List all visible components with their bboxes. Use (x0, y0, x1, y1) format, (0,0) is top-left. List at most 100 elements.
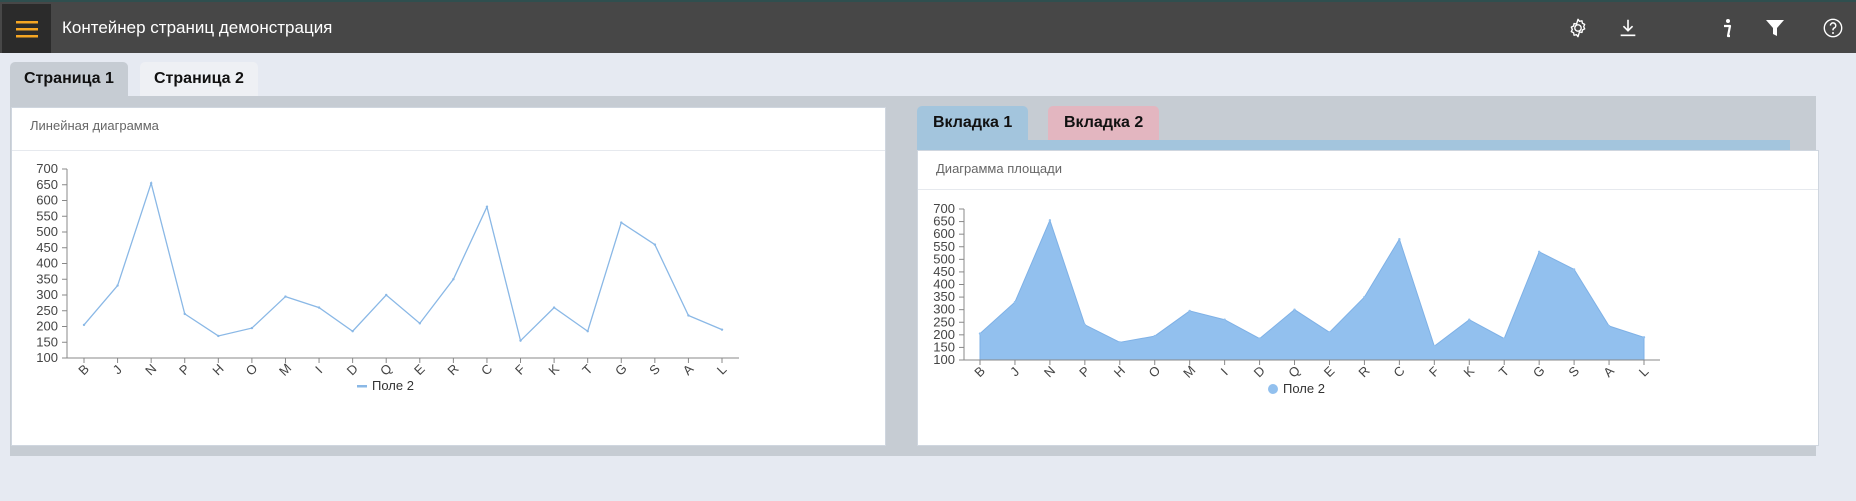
data-point (1328, 331, 1331, 334)
y-tick-label: 650 (36, 177, 58, 192)
y-tick-label: 700 (36, 161, 58, 176)
series-area (979, 218, 1645, 361)
y-tick-label: 100 (36, 350, 58, 365)
line-chart-title: Линейная диаграмма (30, 118, 159, 133)
y-tick-label: 550 (36, 208, 58, 223)
download-button[interactable] (1610, 2, 1646, 53)
data-point (1398, 238, 1401, 241)
tab-inner-1[interactable]: Вкладка 1 (917, 106, 1029, 140)
x-tick-label: A (680, 361, 697, 378)
x-tick-label: N (1041, 363, 1058, 380)
x-tick-label: P (176, 361, 193, 378)
x-tick-label: E (411, 361, 428, 378)
y-tick-label: 500 (36, 224, 58, 239)
legend-label: Поле 2 (1283, 381, 1325, 396)
tab-page-2[interactable]: Страница 2 (140, 62, 258, 96)
data-point (519, 339, 522, 342)
x-tick-label: Q (1285, 363, 1303, 381)
tab-inner-2[interactable]: Вкладка 2 (1048, 106, 1160, 140)
help-button[interactable] (1815, 2, 1851, 53)
x-tick-label: G (1530, 363, 1548, 381)
x-tick-label: C (1390, 363, 1407, 380)
app-title: Контейнер страниц демонстрация (62, 18, 333, 37)
data-point (1223, 318, 1226, 321)
x-tick-label: B (971, 363, 988, 380)
page-content: Линейная диаграмма 100 150 200 250 300 350 400… (10, 96, 1819, 456)
x-tick-label: A (1600, 363, 1617, 380)
top-bar: Контейнер страниц демонстрация (0, 0, 1856, 53)
data-point (418, 322, 421, 325)
data-point (1118, 341, 1121, 344)
tab-page-1[interactable]: Страница 1 (10, 62, 128, 96)
x-tick-label: J (1007, 364, 1022, 379)
data-point (620, 221, 623, 224)
x-tick-label: S (646, 361, 663, 378)
data-point (1607, 324, 1611, 328)
y-tick-label: 450 (36, 240, 58, 255)
x-tick-label: M (276, 361, 294, 379)
x-tick-label: S (1565, 363, 1582, 380)
data-point (1188, 309, 1191, 313)
x-tick-label: Q (377, 361, 395, 379)
filter-button[interactable] (1757, 2, 1793, 53)
data-point (149, 181, 153, 185)
x-tick-label: P (1076, 363, 1093, 380)
legend-marker (1268, 384, 1278, 394)
data-point (586, 330, 589, 333)
x-tick-label: M (1180, 363, 1198, 381)
x-tick-label: I (312, 363, 325, 376)
x-tick-label: T (1496, 363, 1512, 379)
x-tick-label: T (579, 361, 595, 377)
data-point (1258, 337, 1261, 340)
x-tick-label: N (142, 361, 159, 378)
line-chart: 100150200250300350400450500550600650700 B… (36, 161, 739, 393)
data-point (552, 306, 556, 309)
x-tick-label: R (1355, 363, 1372, 380)
data-point (1083, 323, 1087, 326)
x-tick-label: K (545, 361, 562, 378)
data-point (1503, 337, 1506, 340)
info-button[interactable] (1709, 2, 1745, 53)
settings-button[interactable] (1560, 2, 1596, 53)
gear-icon (1570, 18, 1586, 37)
x-tick-label: F (1426, 363, 1442, 379)
y-tick-label: 200 (36, 319, 58, 334)
data-point (385, 293, 388, 297)
data-point (1572, 268, 1576, 271)
menu-icon (15, 20, 38, 37)
data-point (284, 295, 287, 298)
data-point (82, 323, 86, 327)
data-point (1293, 308, 1296, 311)
data-point (978, 332, 982, 335)
data-point (217, 334, 220, 338)
line-chart-panel: Линейная диаграмма 100 150 200 250 300 350 400… (11, 107, 886, 446)
x-tick-label: O (243, 361, 261, 379)
x-tick-label: B (75, 361, 92, 378)
y-tick-label: 400 (36, 256, 58, 271)
x-tick-label: I (1218, 365, 1231, 378)
data-point (485, 205, 489, 208)
x-tick-label: H (209, 361, 226, 378)
data-point (1537, 250, 1541, 253)
area-chart-title: Диаграмма площади (936, 161, 1062, 176)
x-tick-label: E (1321, 363, 1338, 380)
data-point (1153, 334, 1156, 338)
x-tick-label: L (714, 362, 730, 378)
data-point (250, 326, 254, 330)
data-point (1433, 344, 1436, 348)
data-point (183, 312, 186, 316)
filter-icon (1766, 19, 1784, 36)
data-point (687, 314, 690, 317)
x-tick-label: C (478, 361, 495, 378)
y-tick-label: 350 (36, 271, 58, 286)
x-tick-label: R (444, 361, 461, 378)
x-tick-label: J (110, 362, 125, 377)
x-tick-label: K (1461, 363, 1478, 380)
y-tick-label: 150 (36, 334, 58, 349)
help-icon (1823, 18, 1843, 37)
data-point (1013, 300, 1017, 304)
legend-label: Поле 2 (372, 378, 414, 393)
data-point (1642, 336, 1646, 339)
menu-button[interactable] (2, 4, 51, 53)
area-chart-panel: Диаграмма площади 100 150 200 250 300 350 400 4… (917, 150, 1819, 446)
